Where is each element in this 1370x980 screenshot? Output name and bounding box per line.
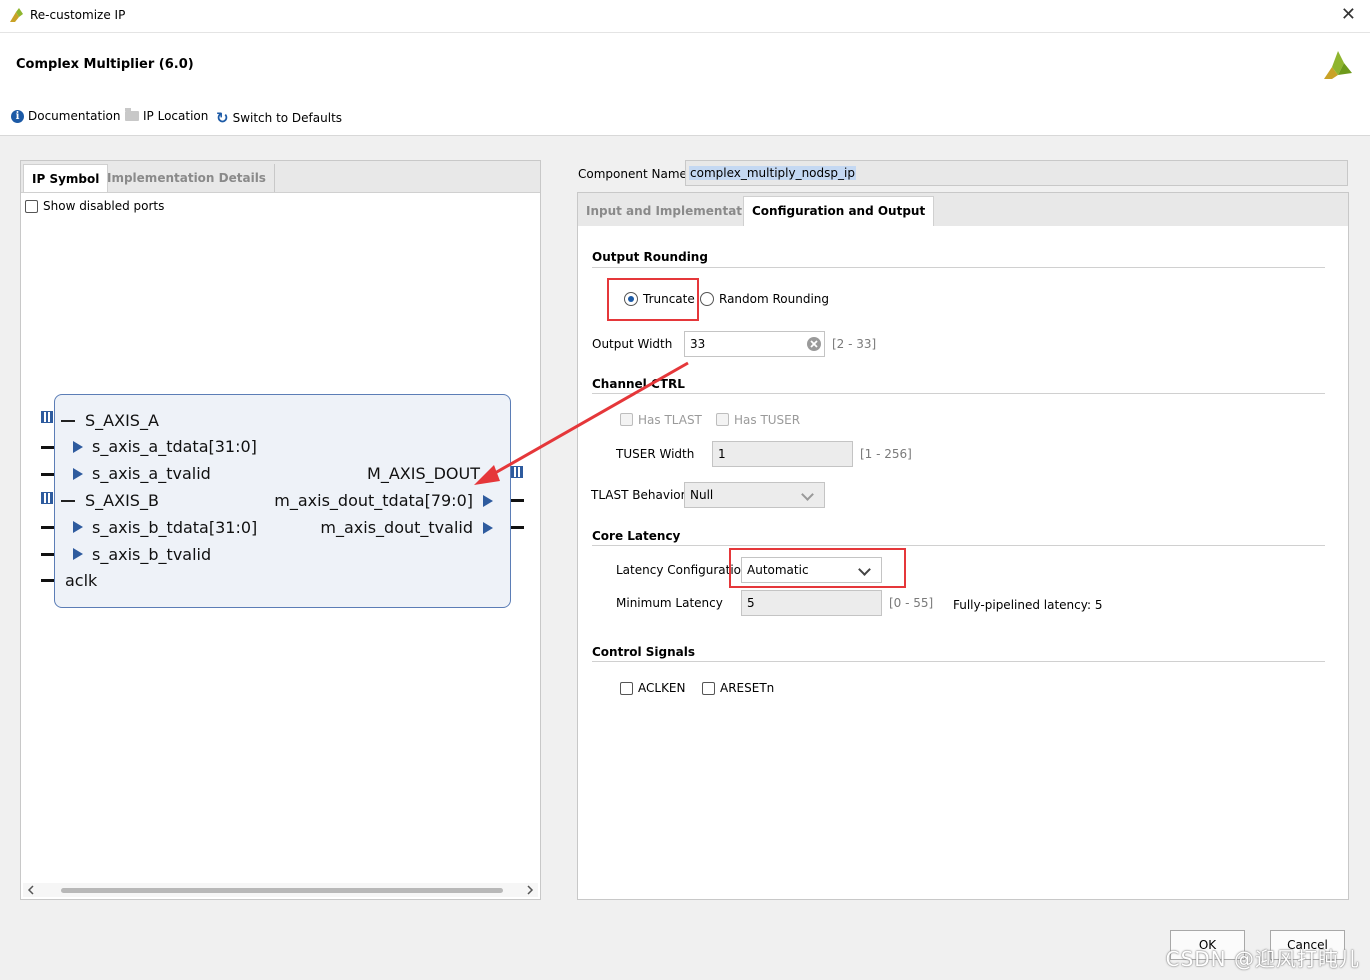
documentation-label: Documentation (28, 109, 121, 123)
ip-location-button[interactable]: IP Location (125, 108, 209, 123)
minimum-latency-label: Minimum Latency (616, 596, 723, 610)
info-icon: i (11, 109, 24, 123)
horizontal-scrollbar[interactable] (23, 883, 538, 897)
interface-dash (61, 420, 75, 422)
interface-dash (61, 500, 75, 502)
pin (41, 446, 55, 449)
window-title: Re-customize IP (30, 8, 126, 22)
watermark: CSDN @迎风打盹儿 (1165, 947, 1360, 971)
has-tuser-label: Has TUSER (734, 413, 801, 427)
refresh-icon: ↻ (216, 109, 229, 127)
output-width-value: 33 (690, 337, 706, 351)
output-width-label: Output Width (592, 337, 673, 351)
port-m-axis-dout-tdata: m_axis_dout_tdata[79:0] (274, 491, 473, 510)
port-m-axis-dout-tvalid: m_axis_dout_tvalid (320, 518, 473, 537)
config-panel: Input and Implementation Configuration a… (577, 192, 1349, 900)
tab-ip-symbol[interactable]: IP Symbol (23, 164, 109, 192)
minimum-latency-range: [0 - 55] (889, 596, 934, 610)
port-arrow-icon (73, 441, 83, 453)
pin (41, 579, 55, 582)
port-arrow-icon (483, 495, 493, 507)
switch-defaults-button[interactable]: ↻ Switch to Defaults (216, 109, 342, 127)
tuser-width-value: 1 (718, 447, 726, 461)
output-width-range: [2 - 33] (832, 337, 877, 351)
xilinx-logo-icon (10, 8, 23, 22)
show-disabled-ports-checkbox[interactable] (25, 200, 38, 213)
component-name-label: Component Name (578, 167, 687, 181)
port-s-axis-b-tdata: s_axis_b_tdata[31:0] (92, 518, 258, 537)
xilinx-logo-icon (1324, 51, 1352, 79)
chevron-down-icon (858, 563, 871, 576)
minimum-latency-value: 5 (747, 596, 755, 610)
folder-icon (125, 108, 139, 121)
header: Complex Multiplier (6.0) i Documentation… (0, 33, 1370, 136)
bus-interface-icon (41, 411, 53, 423)
tab-configuration-output[interactable]: Configuration and Output (743, 196, 935, 226)
tab-implementation-details[interactable]: Implementation Details (99, 164, 275, 192)
latency-configuration-value: Automatic (747, 563, 809, 577)
port-s-axis-b-tvalid: s_axis_b_tvalid (92, 545, 212, 564)
page-title: Complex Multiplier (6.0) (16, 57, 194, 72)
aclken-checkbox[interactable] (620, 682, 633, 695)
ip-location-label: IP Location (143, 109, 209, 123)
radio-random-rounding[interactable] (700, 292, 714, 306)
divider (592, 267, 1325, 268)
port-s-axis-a: S_AXIS_A (85, 411, 159, 430)
latency-configuration-select[interactable]: Automatic (741, 557, 882, 583)
pin (41, 553, 55, 556)
divider (592, 661, 1325, 662)
left-tab-strip: IP Symbol Implementation Details (21, 161, 540, 193)
switch-defaults-label: Switch to Defaults (232, 111, 343, 125)
scrollbar-thumb[interactable] (61, 888, 503, 893)
component-name-value: complex_multiply_nodsp_ip (689, 166, 856, 180)
port-arrow-icon (73, 521, 83, 533)
port-aclk: aclk (65, 571, 98, 590)
port-arrow-icon (483, 522, 493, 534)
chevron-down-icon (801, 488, 814, 501)
title-bar: Re-customize IP ✕ (0, 0, 1370, 33)
pin (41, 526, 55, 529)
documentation-button[interactable]: i Documentation (11, 109, 121, 123)
tuser-width-input[interactable]: 1 (712, 441, 853, 467)
port-arrow-icon (73, 548, 83, 560)
pin (510, 499, 524, 502)
minimum-latency-input[interactable]: 5 (741, 590, 882, 616)
close-icon[interactable]: ✕ (1341, 4, 1356, 25)
aresetn-label: ARESETn (720, 681, 775, 695)
port-s-axis-b: S_AXIS_B (85, 491, 159, 510)
section-output-rounding: Output Rounding (592, 250, 708, 264)
right-tab-strip: Input and Implementation Configuration a… (578, 193, 1348, 226)
aclken-label: ACLKEN (638, 681, 686, 695)
clear-icon[interactable] (806, 336, 822, 352)
ip-symbol-panel: IP Symbol Implementation Details Show di… (20, 160, 541, 900)
random-rounding-label: Random Rounding (719, 292, 830, 306)
has-tuser-checkbox[interactable] (716, 413, 729, 426)
tuser-width-range: [1 - 256] (860, 447, 912, 461)
truncate-label: Truncate (643, 292, 695, 306)
pin (41, 473, 55, 476)
show-disabled-ports-label: Show disabled ports (43, 199, 165, 213)
ip-symbol-block: S_AXIS_A s_axis_a_tdata[31:0] s_axis_a_t… (54, 394, 511, 608)
port-s-axis-a-tdata: s_axis_a_tdata[31:0] (92, 437, 257, 456)
component-name-input[interactable]: complex_multiply_nodsp_ip (685, 160, 1348, 186)
scroll-right-icon[interactable] (526, 885, 534, 895)
fully-pipelined-latency: Fully-pipelined latency: 5 (953, 598, 1103, 612)
pin (510, 526, 524, 529)
scroll-left-icon[interactable] (27, 885, 35, 895)
divider (592, 393, 1325, 394)
divider (592, 545, 1325, 546)
tlast-behavior-select[interactable]: Null (684, 482, 825, 508)
port-s-axis-a-tvalid: s_axis_a_tvalid (92, 464, 211, 483)
port-arrow-icon (73, 468, 83, 480)
radio-truncate[interactable] (624, 292, 638, 306)
output-width-input[interactable]: 33 (684, 331, 825, 357)
bus-interface-icon (41, 492, 53, 504)
section-control-signals: Control Signals (592, 645, 696, 659)
annotation-arrow (474, 361, 689, 485)
aresetn-checkbox[interactable] (702, 682, 715, 695)
section-core-latency: Core Latency (592, 529, 681, 543)
